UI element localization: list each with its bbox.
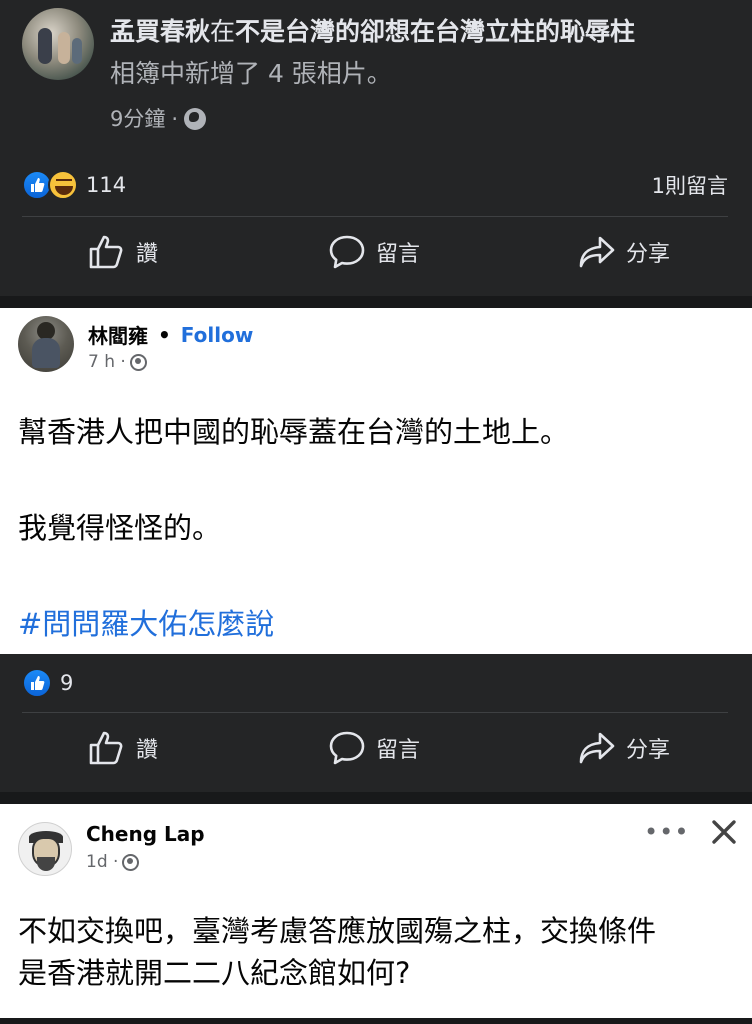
post-card-2: 林閻雍 • Follow 7 h · 幫香港人把中國的恥辱蓋在台灣的土地上。 我… xyxy=(0,308,752,654)
hashtag-link[interactable]: #問問羅大佑怎麼說 xyxy=(18,604,734,644)
timestamp[interactable]: 1d · xyxy=(86,852,118,872)
thumbs-up-icon xyxy=(89,235,123,269)
post-meta: 7 h · xyxy=(88,352,147,372)
globe-icon xyxy=(184,108,207,130)
like-reaction-icon xyxy=(22,668,52,698)
action-bar: 讚 留言 分享 xyxy=(0,234,752,284)
thumbs-up-icon xyxy=(89,731,123,765)
post-text-line: 不如交換吧，臺灣考慮答應放國殤之柱，交換條件 xyxy=(18,914,657,948)
timestamp[interactable]: 9分鐘 xyxy=(110,104,165,134)
author-name[interactable]: 孟買春秋 xyxy=(110,17,210,46)
like-button[interactable]: 讚 xyxy=(88,234,158,270)
globe-icon xyxy=(122,853,140,871)
separator-dot: • xyxy=(158,322,171,347)
avatar[interactable] xyxy=(18,822,72,876)
avatar[interactable] xyxy=(18,316,74,372)
post-meta: 1d · xyxy=(86,852,140,872)
close-icon[interactable] xyxy=(708,816,740,848)
reaction-summary[interactable]: 9 xyxy=(22,668,73,698)
author-name[interactable]: Cheng Lap xyxy=(86,822,205,846)
share-label: 分享 xyxy=(626,738,671,763)
comment-button[interactable]: 留言 xyxy=(328,234,420,270)
comment-bubble-icon xyxy=(329,731,365,765)
haha-reaction-icon xyxy=(48,170,78,200)
reaction-count: 9 xyxy=(60,671,74,695)
divider xyxy=(22,712,728,713)
divider xyxy=(22,216,728,217)
avatar[interactable] xyxy=(22,8,94,80)
comment-count-link[interactable]: 1則留言 xyxy=(652,170,728,200)
author-name[interactable]: 林閻雍 xyxy=(88,320,148,349)
post-subtitle: 相簿中新增了 4 張相片。 xyxy=(110,59,392,88)
share-button[interactable]: 分享 xyxy=(578,730,670,766)
post-header-title: 孟買春秋在不是台灣的卻想在台灣立柱的恥辱柱 xyxy=(110,14,740,50)
like-label: 讚 xyxy=(136,242,159,267)
post-text: 不如交換吧，臺灣考慮答應放國殤之柱，交換條件 是香港就開二二八紀念館如何? xyxy=(18,910,738,994)
follow-button[interactable]: Follow xyxy=(181,323,254,347)
post-text-line: 幫香港人把中國的恥辱蓋在台灣的土地上。 xyxy=(18,415,570,449)
action-bar: 讚 留言 分享 xyxy=(0,730,752,780)
connector-text: 在 xyxy=(210,17,236,46)
comment-label: 留言 xyxy=(376,738,421,763)
comment-label: 留言 xyxy=(376,242,421,267)
more-options-button[interactable]: ••• xyxy=(644,818,689,846)
globe-icon xyxy=(129,353,147,371)
share-button[interactable]: 分享 xyxy=(578,234,670,270)
group-name[interactable]: 不是台灣的卻想在台灣立柱的恥辱柱 xyxy=(235,17,635,46)
post-meta: 9分鐘 · xyxy=(110,104,207,134)
comment-button[interactable]: 留言 xyxy=(328,730,420,766)
post-card-3: Cheng Lap 1d · ••• 不如交換吧，臺灣考慮答應放國殤之柱，交換條… xyxy=(0,804,752,1018)
post-text-line: 我覺得怪怪的。 xyxy=(18,511,222,545)
timestamp[interactable]: 7 h · xyxy=(88,352,126,372)
share-label: 分享 xyxy=(626,242,671,267)
like-button[interactable]: 讚 xyxy=(88,730,158,766)
reaction-count: 114 xyxy=(86,173,127,197)
reaction-summary[interactable]: 114 xyxy=(22,170,126,200)
comment-bubble-icon xyxy=(329,235,365,269)
post-card-1: 孟買春秋在不是台灣的卻想在台灣立柱的恥辱柱 相簿中新增了 4 張相片。 9分鐘 … xyxy=(0,0,752,296)
share-arrow-icon xyxy=(579,236,615,268)
post-text-line: 是香港就開二二八紀念館如何? xyxy=(18,956,411,990)
separator: · xyxy=(171,107,179,131)
like-label: 讚 xyxy=(136,738,159,763)
share-arrow-icon xyxy=(579,732,615,764)
post-card-2-footer: 9 讚 留言 分享 xyxy=(0,654,752,792)
post-header: 林閻雍 • Follow xyxy=(88,320,253,349)
